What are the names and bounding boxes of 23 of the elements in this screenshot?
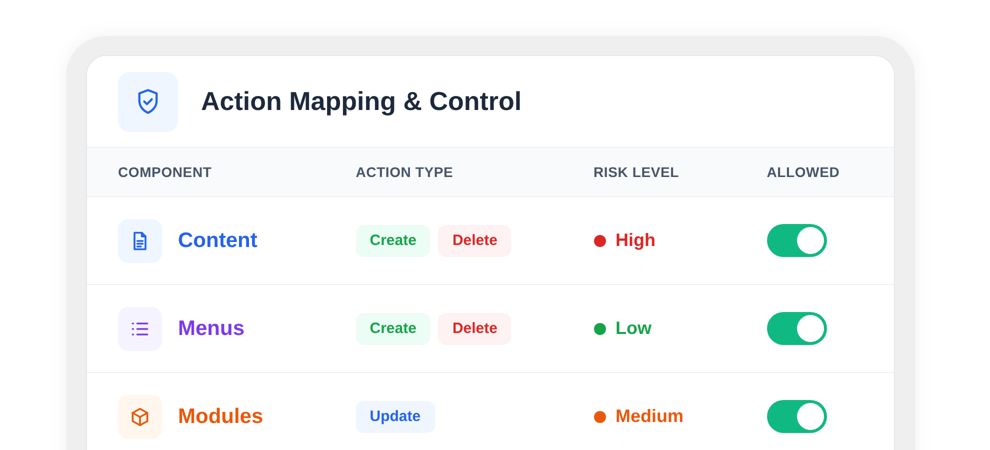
toggle-switch[interactable] — [766, 312, 827, 345]
action-tag: Update — [356, 400, 435, 432]
cube-icon — [118, 394, 162, 438]
column-header: ACTION TYPE — [356, 162, 454, 182]
action-tag: Delete — [438, 312, 512, 344]
risk-label: High — [616, 229, 656, 252]
risk-label: Medium — [616, 405, 684, 428]
component-name: Menus — [178, 316, 245, 342]
column-header: COMPONENT — [118, 162, 213, 182]
column-header: ALLOWED — [766, 162, 841, 182]
action-tag: Create — [356, 312, 430, 344]
action-tag: Delete — [438, 224, 512, 256]
column-header: RISK LEVEL — [594, 162, 680, 182]
risk-label: Low — [616, 317, 652, 340]
component-name: Modules — [178, 404, 264, 430]
shield-icon — [118, 72, 178, 132]
toggle-switch[interactable] — [766, 400, 827, 433]
action-tag: Create — [356, 224, 430, 256]
component-name: Content — [178, 228, 258, 254]
list-icon — [118, 306, 162, 350]
toggle-switch[interactable] — [766, 224, 827, 257]
document-icon — [118, 218, 162, 262]
card-title: Action Mapping & Control — [201, 85, 522, 118]
